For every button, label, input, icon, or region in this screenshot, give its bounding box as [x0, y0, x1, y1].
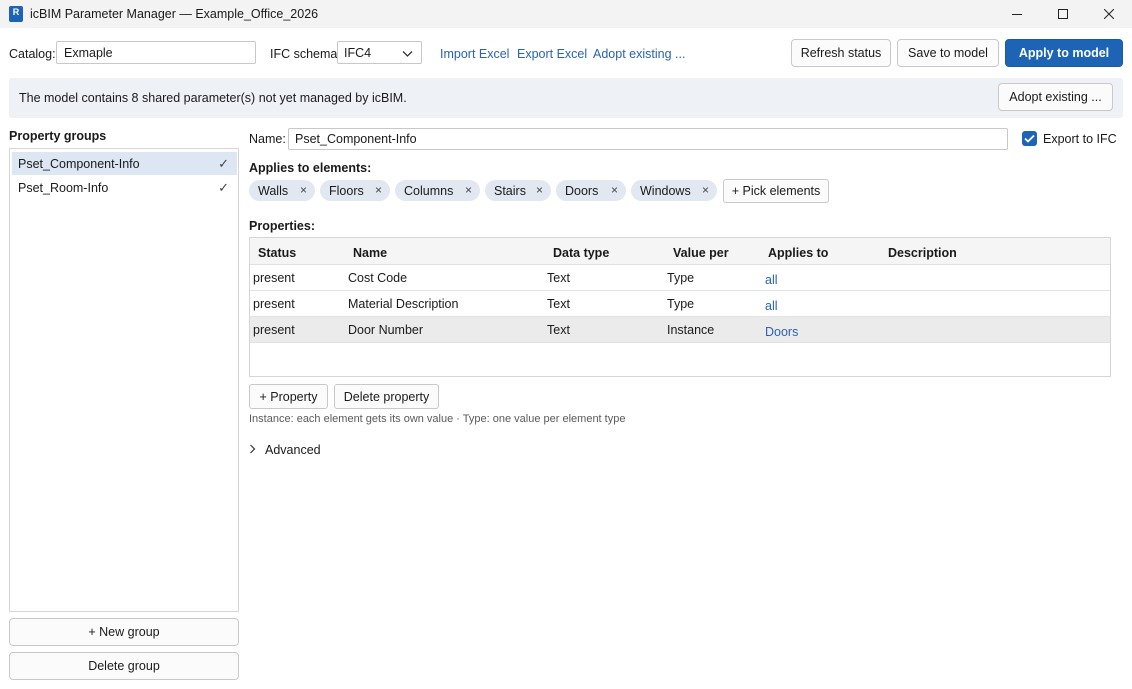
- catalog-input[interactable]: Exmaple: [56, 41, 256, 64]
- cell-applies-to-link[interactable]: Doors: [765, 325, 798, 339]
- export-ifc-label: Export to IFC: [1043, 132, 1117, 146]
- banner-adopt-existing-button[interactable]: Adopt existing ...: [998, 83, 1113, 111]
- group-name-input[interactable]: Pset_Component-Info: [288, 128, 1008, 150]
- ifc-schema-select[interactable]: IFC4: [337, 41, 422, 64]
- properties-label: Properties:: [249, 219, 315, 233]
- chevron-down-icon: [402, 47, 413, 61]
- cell-value-per: Type: [667, 271, 695, 285]
- cell-data-type: Text: [547, 323, 570, 337]
- cell-data-type: Text: [547, 271, 570, 285]
- remove-icon[interactable]: ×: [611, 183, 618, 197]
- chip-label: Doors: [565, 183, 599, 198]
- cell-status: present: [253, 297, 295, 311]
- table-row[interactable]: present Door Number Text Instance Doors: [250, 317, 1110, 343]
- window-controls: [994, 0, 1132, 28]
- new-group-button[interactable]: + New group: [9, 618, 239, 646]
- applies-to-elements-label: Applies to elements:: [249, 161, 372, 175]
- chip-label: Columns: [404, 183, 454, 198]
- advanced-expander[interactable]: Advanced: [249, 443, 321, 457]
- remove-icon[interactable]: ×: [300, 183, 307, 197]
- title-bar: R icBIM Parameter Manager — Example_Offi…: [0, 0, 1132, 28]
- pick-elements-button[interactable]: + Pick elements: [723, 179, 829, 203]
- chip-label: Walls: [258, 183, 289, 198]
- minimize-icon[interactable]: [994, 0, 1040, 28]
- group-item-label: Pset_Component-Info: [18, 156, 140, 171]
- group-item-pset-component-info[interactable]: Pset_Component-Info ✓: [12, 152, 237, 175]
- maximize-icon[interactable]: [1040, 0, 1086, 28]
- cell-applies-to-link[interactable]: all: [765, 299, 778, 313]
- advanced-label: Advanced: [265, 443, 321, 457]
- cell-applies-to-link[interactable]: all: [765, 273, 778, 287]
- col-applies-to[interactable]: Applies to: [768, 246, 828, 260]
- apply-to-model-button[interactable]: Apply to model: [1005, 39, 1123, 67]
- export-excel-link[interactable]: Export Excel: [517, 47, 587, 61]
- cell-data-type: Text: [547, 297, 570, 311]
- chip-label: Floors: [329, 183, 364, 198]
- cell-name: Door Number: [348, 323, 424, 337]
- chevron-right-icon: [249, 443, 256, 457]
- info-banner: The model contains 8 shared parameter(s)…: [9, 78, 1123, 118]
- import-excel-link[interactable]: Import Excel: [440, 47, 509, 61]
- catalog-label: Catalog:: [9, 47, 56, 61]
- app-icon: R: [9, 6, 23, 22]
- ifc-schema-value: IFC4: [344, 46, 372, 60]
- col-description[interactable]: Description: [888, 246, 957, 260]
- col-value-per[interactable]: Value per: [673, 246, 729, 260]
- banner-text: The model contains 8 shared parameter(s)…: [19, 91, 407, 105]
- delete-property-button[interactable]: Delete property: [334, 384, 439, 409]
- remove-icon[interactable]: ×: [702, 183, 709, 197]
- remove-icon[interactable]: ×: [536, 183, 543, 197]
- col-data-type[interactable]: Data type: [553, 246, 609, 260]
- table-row[interactable]: present Cost Code Text Type all: [250, 265, 1110, 291]
- chip-columns: Columns ×: [395, 180, 480, 201]
- properties-table: Status Name Data type Value per Applies …: [249, 237, 1111, 377]
- save-to-model-button[interactable]: Save to model: [897, 39, 999, 67]
- property-groups-title: Property groups: [9, 129, 107, 143]
- table-row[interactable]: present Material Description Text Type a…: [250, 291, 1110, 317]
- chip-walls: Walls ×: [249, 180, 315, 201]
- checkmark-icon: ✓: [218, 180, 229, 195]
- export-ifc-checkbox[interactable]: [1022, 131, 1037, 146]
- delete-group-button[interactable]: Delete group: [9, 652, 239, 680]
- chip-windows: Windows ×: [631, 180, 717, 201]
- property-groups-list: Pset_Component-Info ✓ Pset_Room-Info ✓: [9, 148, 239, 612]
- cell-name: Material Description: [348, 297, 459, 311]
- add-property-button[interactable]: + Property: [249, 384, 328, 409]
- cell-value-per: Type: [667, 297, 695, 311]
- close-icon[interactable]: [1086, 0, 1132, 28]
- chip-stairs: Stairs ×: [485, 180, 551, 201]
- remove-icon[interactable]: ×: [375, 183, 382, 197]
- cell-status: present: [253, 323, 295, 337]
- col-name[interactable]: Name: [353, 246, 387, 260]
- chip-label: Windows: [640, 183, 691, 198]
- toolbar: Catalog: Exmaple IFC schema: IFC4 Import…: [0, 38, 1132, 68]
- adopt-existing-link[interactable]: Adopt existing ...: [593, 47, 685, 61]
- cell-status: present: [253, 271, 295, 285]
- chip-label: Stairs: [494, 183, 526, 198]
- refresh-status-button[interactable]: Refresh status: [791, 39, 891, 67]
- checkmark-icon: [1024, 134, 1035, 143]
- chip-doors: Doors ×: [556, 180, 626, 201]
- group-item-label: Pset_Room-Info: [18, 180, 109, 195]
- remove-icon[interactable]: ×: [465, 183, 472, 197]
- table-header: Status Name Data type Value per Applies …: [250, 238, 1110, 265]
- name-label: Name:: [249, 132, 286, 146]
- chip-floors: Floors ×: [320, 180, 390, 201]
- checkmark-icon: ✓: [218, 156, 229, 171]
- cell-name: Cost Code: [348, 271, 408, 285]
- group-item-pset-room-info[interactable]: Pset_Room-Info ✓: [12, 176, 237, 199]
- window-title: icBIM Parameter Manager — Example_Office…: [30, 7, 319, 21]
- ifc-schema-label: IFC schema:: [270, 47, 341, 61]
- value-per-hint: Instance: each element gets its own valu…: [249, 413, 626, 425]
- cell-value-per: Instance: [667, 323, 715, 337]
- col-status[interactable]: Status: [258, 246, 296, 260]
